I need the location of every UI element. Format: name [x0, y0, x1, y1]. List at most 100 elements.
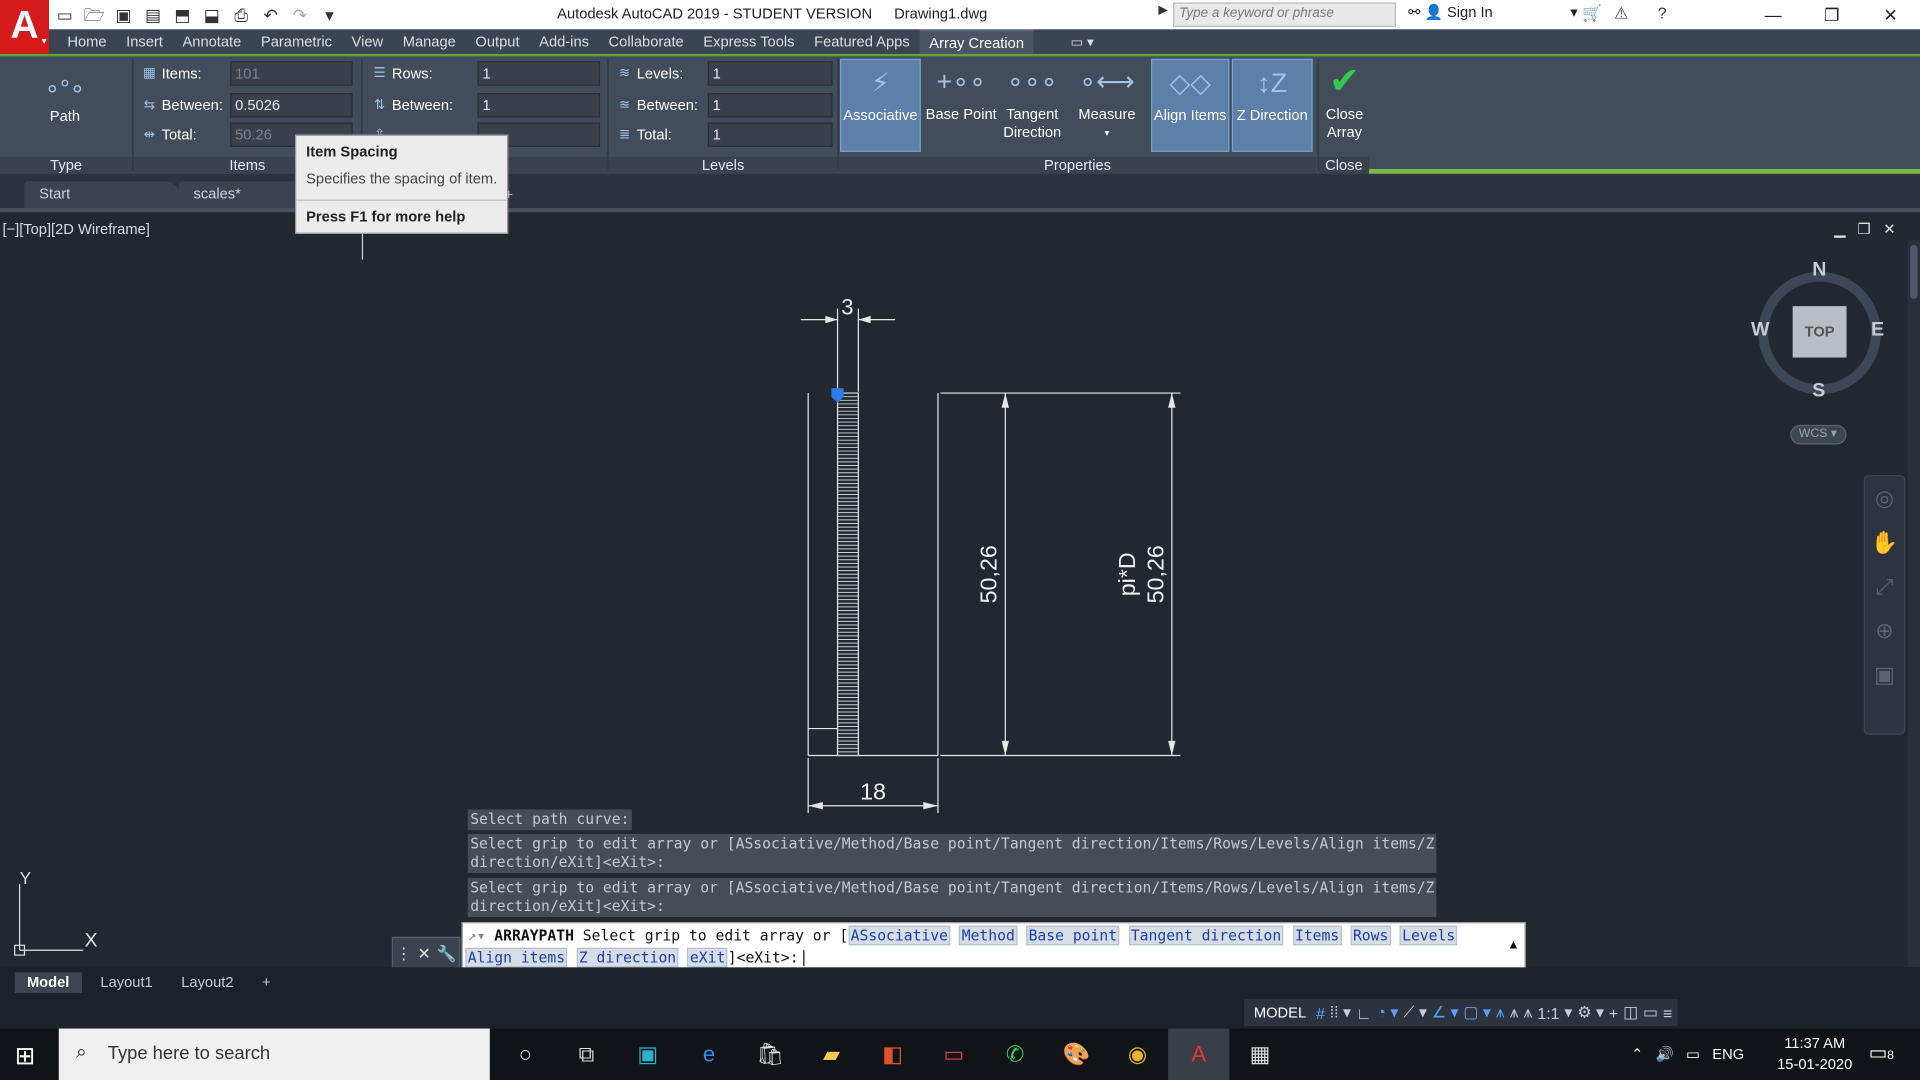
canvas-scrollbar[interactable] [1907, 240, 1920, 968]
layout-tab-layout1[interactable]: Layout1 [88, 972, 165, 993]
polar-icon[interactable]: ◔ ▾ [1376, 1003, 1398, 1023]
items-count-input[interactable]: 101 [230, 61, 353, 86]
viewcube[interactable]: TOP N S E W [1751, 260, 1892, 407]
signin-button[interactable]: ⚯ 👤 Sign In ▾ [1408, 4, 1578, 21]
help-search-input[interactable]: Type a keyword or phrase [1173, 2, 1396, 27]
annotation-scale-value[interactable]: 1:1 [1537, 1003, 1559, 1021]
compass-west[interactable]: W [1751, 320, 1770, 342]
tangent-direction-button[interactable]: ∘∘∘ Tangent Direction [999, 59, 1065, 152]
compass-north[interactable]: N [1812, 260, 1826, 282]
levels-count-input[interactable]: 1 [707, 61, 833, 86]
battery-icon[interactable]: ▭ [1686, 1046, 1700, 1063]
compass-east[interactable]: E [1871, 320, 1884, 342]
option-z-direction[interactable]: Z direction [576, 947, 679, 968]
path-type-button[interactable]: ∘°∘ Path [22, 71, 108, 125]
close-array-button[interactable]: ✔ Close Array [1320, 59, 1369, 152]
tab-output[interactable]: Output [466, 29, 530, 53]
application-menu-button[interactable]: A ▾ [0, 0, 49, 54]
showmotion-icon[interactable]: ▣ [1865, 653, 1904, 697]
expand-history-icon[interactable]: ▲ [1510, 938, 1517, 951]
chrome-icon[interactable]: ◉ [1107, 1029, 1168, 1080]
option-tangent-direction[interactable]: Tangent direction [1128, 925, 1284, 946]
tab-home[interactable]: Home [58, 29, 117, 53]
align-items-button[interactable]: ◇◇ Align Items [1151, 58, 1230, 152]
tab-annotate[interactable]: Annotate [173, 29, 251, 53]
search-expand-icon[interactable]: ▶ [1158, 4, 1167, 17]
help-icon[interactable]: ? [1658, 4, 1667, 24]
task-view-icon[interactable]: ⧉ [556, 1029, 617, 1080]
tab-manage[interactable]: Manage [393, 29, 466, 53]
close-icon[interactable]: ✕ [417, 943, 430, 963]
tab-featured-apps[interactable]: Featured Apps [804, 29, 919, 53]
ribbon-options-icon[interactable]: ▭ ▾ [1071, 34, 1094, 50]
isolate-icon[interactable]: ◫ [1623, 1003, 1638, 1023]
steering-wheel-icon[interactable]: ◎ [1865, 476, 1904, 520]
option-method[interactable]: Method [959, 925, 1018, 946]
option-base-point[interactable]: Base point [1026, 925, 1120, 946]
isodraft-icon[interactable]: ⟋ ▾ [1403, 1003, 1427, 1023]
autocad-taskbar-icon[interactable]: A [1168, 1028, 1230, 1080]
option-exit[interactable]: eXit [687, 947, 728, 968]
chevron-up-icon[interactable]: ⌃ [1631, 1046, 1643, 1063]
gear-icon[interactable]: ⚙ ▾ [1577, 1003, 1604, 1023]
z-direction-button[interactable]: ↕Z Z Direction [1231, 58, 1313, 152]
taskbar-clock[interactable]: 11:37 AM 15-01-2020 [1771, 1033, 1859, 1075]
hardware-accel-icon[interactable]: ▭ [1643, 1003, 1658, 1023]
plot-icon[interactable]: ⎙ [230, 4, 252, 26]
paint-icon[interactable]: 🎨 [1046, 1029, 1107, 1080]
osnap-tracking-icon[interactable]: ∠ ▾ [1432, 1003, 1459, 1023]
option-associative[interactable]: ASsociative [848, 925, 951, 946]
auto-scale-icon[interactable]: ⩚ [1510, 1003, 1519, 1023]
taskbar-search-input[interactable]: ⌕ Type here to search [58, 1028, 490, 1080]
option-align-items[interactable]: Align items [465, 947, 568, 968]
reader-icon[interactable]: ▭ [923, 1029, 984, 1080]
redo-icon[interactable]: ↷ [289, 4, 311, 26]
measure-button[interactable]: ∘⟷ Measure ▾ [1070, 59, 1143, 152]
open-icon[interactable]: 🗁 [83, 4, 105, 26]
items-between-input[interactable]: 0.5026 [230, 93, 353, 118]
viewport-restore-icon[interactable]: ❐ [1858, 220, 1871, 237]
save-web-icon[interactable]: ⬓ [201, 4, 223, 26]
open-web-icon[interactable]: ⬒ [171, 4, 193, 26]
whatsapp-icon[interactable]: ✆ [984, 1029, 1045, 1080]
add-layout-icon[interactable]: + [250, 972, 283, 993]
language-indicator[interactable]: ENG [1712, 1046, 1744, 1063]
windows-start-icon[interactable]: ⊞ [15, 1041, 36, 1072]
option-rows[interactable]: Rows [1350, 925, 1391, 946]
tab-view[interactable]: View [342, 29, 393, 53]
customize-icon[interactable]: ≡ [1663, 1003, 1672, 1021]
tab-insert[interactable]: Insert [116, 29, 172, 53]
rows-between-input[interactable]: 1 [477, 93, 601, 118]
tab-express-tools[interactable]: Express Tools [694, 29, 805, 53]
calculator-icon[interactable]: ▦ [1229, 1029, 1290, 1080]
new-icon[interactable]: ▭ [54, 4, 76, 26]
store-icon[interactable]: 🛍 [740, 1029, 801, 1080]
viewport-close-icon[interactable]: ✕ [1883, 220, 1895, 237]
wrench-icon[interactable]: 🔧 [436, 943, 456, 963]
levels-total-input[interactable]: 1 [707, 122, 833, 147]
save-icon[interactable]: ▣ [113, 4, 135, 26]
annotation-visibility-icon[interactable]: ⩚ [1496, 1003, 1505, 1023]
osnap-icon[interactable]: ▢ ▾ [1463, 1003, 1490, 1023]
edge-icon[interactable]: e [678, 1029, 739, 1080]
tab-add-ins[interactable]: Add-ins [529, 29, 598, 53]
tab-parametric[interactable]: Parametric [251, 29, 342, 53]
minimize-icon[interactable]: — [1744, 0, 1803, 29]
viewcube-top-face[interactable]: TOP [1792, 306, 1847, 358]
tab-array-creation[interactable]: Array Creation [919, 29, 1034, 54]
sync-app-icon[interactable]: ▣ [617, 1029, 678, 1080]
qat-dropdown-icon[interactable]: ▾ [318, 4, 340, 26]
zoom-extents-icon[interactable]: ⤢ [1865, 564, 1904, 608]
cortana-icon[interactable]: ○ [495, 1029, 556, 1080]
cart-icon[interactable]: 🛒 [1582, 4, 1602, 24]
base-point-button[interactable]: +∘∘ Base Point [923, 59, 999, 152]
save-as-icon[interactable]: ▤ [142, 4, 164, 26]
option-levels[interactable]: Levels [1399, 925, 1458, 946]
tab-collaborate[interactable]: Collaborate [599, 29, 694, 53]
grid-icon[interactable]: # [1316, 1003, 1325, 1021]
command-line-input[interactable]: ↗▾ ARRAYPATH Select grip to edit array o… [461, 922, 1526, 970]
a360-icon[interactable]: ⚠ [1614, 4, 1628, 24]
model-space-button[interactable]: MODEL [1249, 1004, 1311, 1021]
undo-icon[interactable]: ↶ [260, 4, 282, 26]
volume-icon[interactable]: 🔊 [1656, 1046, 1674, 1063]
